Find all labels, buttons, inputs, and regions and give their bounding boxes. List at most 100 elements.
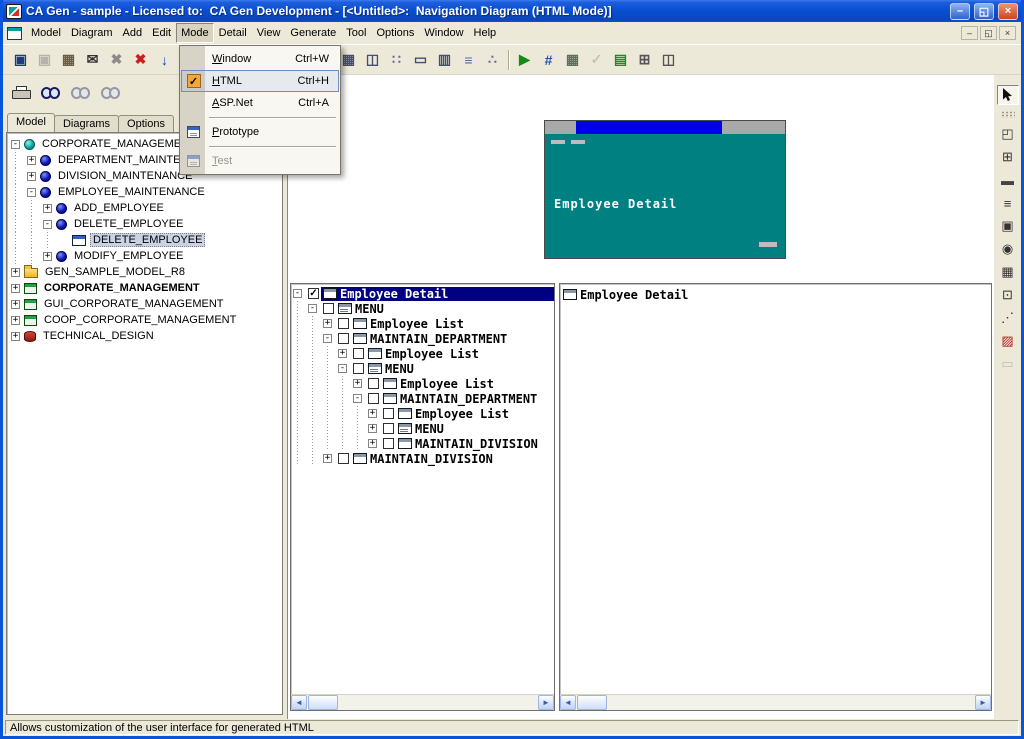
collapse-expander[interactable]: - bbox=[308, 304, 317, 313]
report-icon[interactable]: ▦ bbox=[57, 48, 80, 71]
menu-window[interactable]: Window bbox=[419, 23, 468, 43]
print-icon[interactable] bbox=[8, 81, 32, 103]
table-window-icon[interactable]: ⊞ bbox=[633, 48, 656, 71]
menu-edit[interactable]: Edit bbox=[147, 23, 176, 43]
table-tool[interactable]: ▦ bbox=[997, 262, 1019, 282]
tree-item[interactable]: +DELETE_EMPLOYEE bbox=[9, 232, 282, 248]
collapse-expander[interactable]: - bbox=[11, 140, 20, 149]
expand-expander[interactable]: + bbox=[11, 284, 20, 293]
tile-windows-icon[interactable]: ◫ bbox=[657, 48, 680, 71]
find-icon[interactable] bbox=[38, 81, 62, 103]
save-icon[interactable]: ▣ bbox=[9, 48, 32, 71]
checkbox[interactable] bbox=[338, 318, 349, 329]
nav-tree-item[interactable]: -MENU bbox=[293, 301, 554, 316]
menu-item-html[interactable]: ✓HTMLCtrl+H bbox=[181, 70, 339, 92]
menu-item-asp-net[interactable]: ASP.NetCtrl+A bbox=[181, 92, 339, 114]
nav-tree-item[interactable]: +MAINTAIN_DIVISION bbox=[293, 436, 554, 451]
expand-expander[interactable]: + bbox=[368, 439, 377, 448]
expand-expander[interactable]: + bbox=[11, 268, 20, 277]
collapse-expander[interactable]: - bbox=[353, 394, 362, 403]
scroll-right-button[interactable]: ► bbox=[538, 695, 554, 710]
mail-icon[interactable]: ✉ bbox=[81, 48, 104, 71]
grid-number-icon[interactable]: # bbox=[537, 48, 560, 71]
collapse-expander[interactable]: - bbox=[27, 188, 36, 197]
mdi-restore-button[interactable]: ◱ bbox=[980, 26, 997, 40]
menu-options[interactable]: Options bbox=[371, 23, 419, 43]
checkbox[interactable] bbox=[323, 303, 334, 314]
distribute-icon[interactable]: ∴ bbox=[481, 48, 504, 71]
frame-icon[interactable]: ▭ bbox=[409, 48, 432, 71]
cut-icon[interactable]: ✖ bbox=[105, 48, 128, 71]
radio-button-tool[interactable]: ◉ bbox=[997, 239, 1019, 259]
close-button[interactable]: × bbox=[998, 3, 1018, 20]
scroll-track[interactable] bbox=[338, 695, 538, 710]
expand-expander[interactable]: + bbox=[323, 319, 332, 328]
tree-item[interactable]: +ADD_EMPLOYEE bbox=[9, 200, 282, 216]
button-tool[interactable]: ▬ bbox=[997, 170, 1019, 190]
expand-expander[interactable]: + bbox=[368, 409, 377, 418]
scroll-track[interactable] bbox=[607, 695, 975, 710]
menu-model[interactable]: Model bbox=[26, 23, 66, 43]
expand-expander[interactable]: + bbox=[43, 204, 52, 213]
preview-window[interactable]: Employee Detail bbox=[544, 120, 786, 259]
split-columns-icon[interactable]: ◫ bbox=[361, 48, 384, 71]
collapse-expander[interactable]: - bbox=[323, 334, 332, 343]
expand-expander[interactable]: + bbox=[27, 172, 36, 181]
tree-item[interactable]: +GEN_SAMPLE_MODEL_R8 bbox=[9, 264, 282, 280]
checkbox[interactable] bbox=[383, 438, 394, 449]
expand-expander[interactable]: + bbox=[353, 379, 362, 388]
nav-tree-item[interactable]: +Employee List bbox=[293, 346, 554, 361]
tab-model[interactable]: Model bbox=[7, 113, 55, 132]
checkbox[interactable]: ✓ bbox=[308, 288, 319, 299]
nav-tree-item[interactable]: -MENU bbox=[293, 361, 554, 376]
columns-icon[interactable]: ▥ bbox=[433, 48, 456, 71]
menu-generate[interactable]: Generate bbox=[285, 23, 341, 43]
diagram-canvas[interactable]: Employee Detail -✓Employee Detail-MENU+E… bbox=[287, 75, 993, 719]
checkbox[interactable] bbox=[368, 393, 379, 404]
scroll-thumb[interactable] bbox=[308, 695, 338, 710]
tab-control-tool[interactable]: ⊡ bbox=[997, 285, 1019, 305]
nav-tree-item[interactable]: +MAINTAIN_DIVISION bbox=[293, 451, 554, 466]
menu-view[interactable]: View bbox=[252, 23, 286, 43]
checkbox[interactable] bbox=[368, 378, 379, 389]
collapse-expander[interactable]: - bbox=[43, 220, 52, 229]
tree-item[interactable]: +COOP_CORPORATE_MANAGEMENT bbox=[9, 312, 282, 328]
download-icon[interactable]: ↓ bbox=[153, 48, 176, 71]
tree-item[interactable]: +GUI_CORPORATE_MANAGEMENT bbox=[9, 296, 282, 312]
expand-expander[interactable]: + bbox=[11, 316, 20, 325]
grid-icon[interactable]: ▦ bbox=[561, 48, 584, 71]
notebook-icon[interactable]: ▤ bbox=[609, 48, 632, 71]
expand-expander[interactable]: + bbox=[11, 300, 20, 309]
tree-item[interactable]: -EMPLOYEE_MAINTENANCE bbox=[9, 184, 282, 200]
color-tool[interactable]: ▨ bbox=[997, 331, 1019, 351]
window-tool[interactable]: ◰ bbox=[997, 124, 1019, 144]
tree-item[interactable]: +MODIFY_EMPLOYEE bbox=[9, 248, 282, 264]
nav-tree-item[interactable]: +Employee List bbox=[293, 376, 554, 391]
menu-add[interactable]: Add bbox=[118, 23, 148, 43]
nav-tree-item[interactable]: -MAINTAIN_DEPARTMENT bbox=[293, 391, 554, 406]
tab-diagrams[interactable]: Diagrams bbox=[54, 115, 119, 132]
collapse-expander[interactable]: - bbox=[338, 364, 347, 373]
menu-help[interactable]: Help bbox=[469, 23, 502, 43]
dialog-tool[interactable]: ⊞ bbox=[997, 147, 1019, 167]
mdi-minimize-button[interactable]: – bbox=[961, 26, 978, 40]
listbox-tool[interactable]: ≡ bbox=[997, 193, 1019, 213]
menu-detail[interactable]: Detail bbox=[214, 23, 252, 43]
checkbox[interactable] bbox=[338, 333, 349, 344]
checkbox[interactable] bbox=[353, 363, 364, 374]
scroll-left-button[interactable]: ◄ bbox=[560, 695, 576, 710]
nav-tree-item[interactable]: -✓Employee Detail bbox=[293, 286, 554, 301]
tree-item[interactable]: +TECHNICAL_DESIGN bbox=[9, 328, 282, 344]
tree-item[interactable]: +CORPORATE_MANAGEMENT bbox=[9, 280, 282, 296]
detail-item[interactable]: Employee Detail bbox=[563, 287, 991, 302]
menu-item-prototype[interactable]: Prototype bbox=[181, 121, 339, 143]
nav-tree-item[interactable]: +Employee List bbox=[293, 316, 554, 331]
spacing-icon[interactable]: ∷ bbox=[385, 48, 408, 71]
scroll-thumb[interactable] bbox=[577, 695, 607, 710]
expand-expander[interactable]: + bbox=[338, 349, 347, 358]
expand-expander[interactable]: + bbox=[43, 252, 52, 261]
expand-expander[interactable]: + bbox=[368, 424, 377, 433]
mdi-close-button[interactable]: × bbox=[999, 26, 1016, 40]
menu-diagram[interactable]: Diagram bbox=[66, 23, 118, 43]
checkbox[interactable] bbox=[383, 408, 394, 419]
